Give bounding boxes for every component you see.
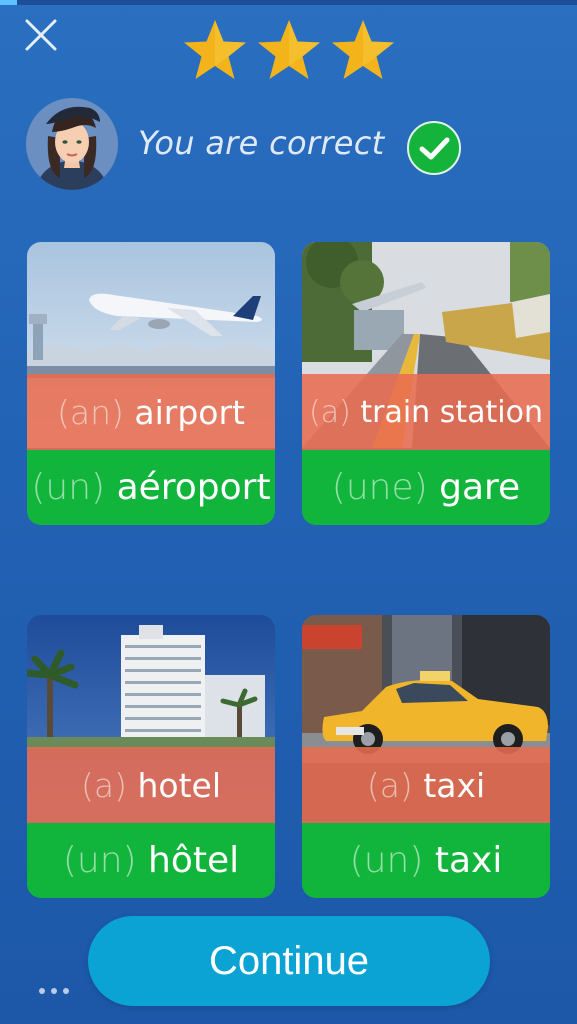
french-word: taxi	[434, 840, 503, 881]
english-article: (a)	[366, 765, 413, 805]
continue-button-label: Continue	[208, 938, 370, 983]
woman-avatar-icon	[26, 98, 118, 190]
feedback-text: You are correct	[138, 124, 385, 162]
english-word: hotel	[137, 765, 221, 805]
french-word: aéroport	[116, 467, 271, 508]
english-word: airport	[134, 392, 245, 432]
more-horizontal-icon	[39, 988, 69, 994]
vocab-card-hotel[interactable]: (a) hotel (un) hôtel	[27, 615, 275, 898]
english-label: (a) train station	[302, 374, 550, 450]
english-article: (an)	[57, 392, 124, 432]
french-label: (un) hôtel	[27, 823, 275, 898]
more-options-button[interactable]	[36, 982, 76, 994]
french-label: (un) aéroport	[27, 450, 275, 525]
star-icon	[258, 20, 320, 79]
check-badge	[406, 120, 462, 176]
star-icon	[332, 20, 394, 79]
close-button[interactable]	[22, 16, 60, 54]
progress-bar	[0, 0, 577, 5]
star-rating	[182, 18, 396, 84]
star-icon	[184, 20, 246, 79]
vocab-card-taxi[interactable]: (a) taxi (un) taxi	[302, 615, 550, 898]
french-article: (un)	[349, 840, 424, 881]
vocab-card-train-station[interactable]: (a) train station (une) gare	[302, 242, 550, 525]
continue-button[interactable]: Continue	[88, 916, 490, 1006]
close-icon	[25, 19, 57, 51]
english-article: (a)	[81, 765, 127, 805]
french-word: gare	[439, 467, 521, 508]
french-article: (un)	[31, 467, 106, 508]
checkmark-circle-icon	[407, 121, 461, 175]
french-label: (un) taxi	[302, 823, 550, 898]
french-label: (une) gare	[302, 450, 550, 525]
vocab-card-airport[interactable]: (an) airport (un) aéroport	[27, 242, 275, 525]
french-article: (un)	[62, 840, 137, 881]
english-word: train station	[360, 394, 543, 430]
tutor-avatar	[26, 98, 118, 190]
english-label: (a) taxi	[302, 747, 550, 823]
english-article: (a)	[309, 394, 351, 430]
english-word: taxi	[423, 765, 486, 805]
progress-fill	[0, 0, 18, 5]
english-label: (an) airport	[27, 374, 275, 450]
english-label: (a) hotel	[27, 747, 275, 823]
french-article: (une)	[331, 467, 428, 508]
french-word: hôtel	[148, 840, 240, 881]
